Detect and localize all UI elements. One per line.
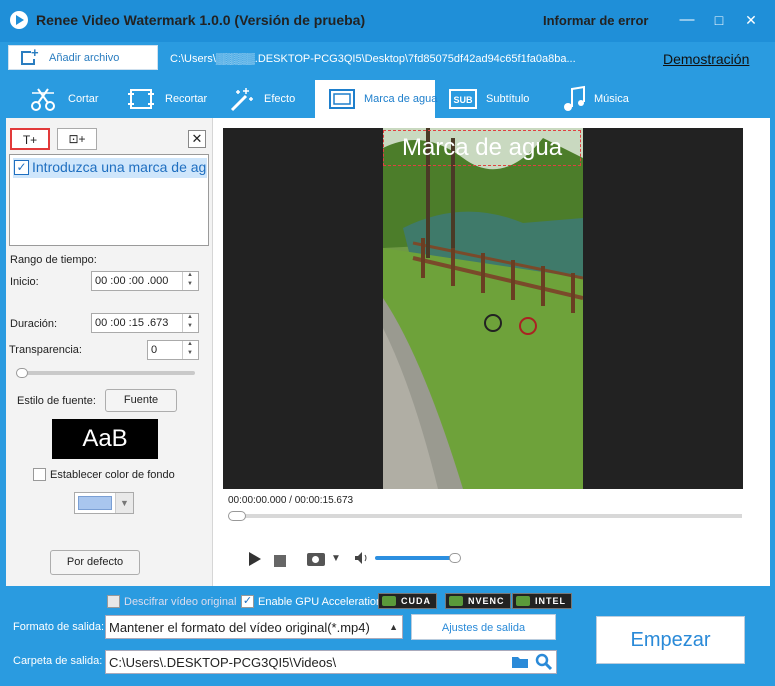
- tab-cortar[interactable]: Cortar: [24, 80, 114, 118]
- video-frame: [383, 128, 583, 489]
- svg-text:SUB: SUB: [453, 95, 473, 105]
- transparency-slider-thumb[interactable]: [16, 368, 28, 378]
- font-preview: AaB: [52, 419, 158, 459]
- minimize-button[interactable]: —: [677, 11, 697, 29]
- watermark-checkbox[interactable]: ✓: [14, 160, 29, 175]
- output-folder-value: C:\Users\.DESKTOP-PCG3QI5\Videos\: [109, 655, 337, 670]
- video-frame-image: [383, 128, 583, 489]
- output-format-value: Mantener el formato del vídeo original(*…: [109, 620, 370, 635]
- font-style-label: Estilo de fuente:: [17, 395, 96, 407]
- start-time-input[interactable]: 00 :00 :00 .000: [91, 271, 199, 291]
- decrypt-label: Descifrar vídeo original: [124, 596, 237, 608]
- output-format-label: Formato de salida:: [13, 621, 105, 633]
- time-range-label: Rango de tiempo:: [10, 254, 97, 266]
- list-item[interactable]: ✓ Introduzca una marca de agua: [13, 158, 207, 178]
- add-text-watermark-button[interactable]: T+: [10, 128, 50, 150]
- intel-badge: INTEL: [512, 593, 572, 609]
- add-file-button[interactable]: Añadir archivo: [8, 45, 158, 70]
- transparency-stepper[interactable]: [182, 341, 198, 359]
- gpu-checkbox[interactable]: ✓: [241, 595, 254, 608]
- transparency-label: Transparencia:: [9, 344, 82, 356]
- start-label: Inicio:: [10, 276, 39, 288]
- bg-color-checkbox[interactable]: [33, 468, 46, 481]
- magic-wand-icon: [230, 88, 253, 112]
- seek-bar[interactable]: [229, 514, 742, 518]
- tab-label: Subtítulo: [486, 93, 530, 105]
- tab-recortar[interactable]: Recortar: [122, 80, 217, 118]
- music-icon: [564, 85, 585, 111]
- start-time-stepper[interactable]: [182, 272, 198, 290]
- volume-slider[interactable]: [375, 556, 455, 560]
- transparency-slider[interactable]: [18, 371, 195, 375]
- transparency-value: 0: [151, 344, 158, 356]
- camera-icon[interactable]: [307, 553, 325, 566]
- time-display: 00:00:00.000 / 00:00:15.673: [228, 495, 354, 506]
- tab-label: Música: [594, 93, 629, 105]
- tab-label: Recortar: [165, 93, 208, 105]
- watermark-overlay[interactable]: Marca de agua: [383, 130, 581, 166]
- close-button[interactable]: ✕: [741, 11, 761, 29]
- start-button[interactable]: Empezar: [596, 616, 745, 664]
- watermark-item-text: Introduzca una marca de agua: [32, 159, 206, 175]
- report-error-link[interactable]: Informar de error: [543, 13, 648, 28]
- font-button[interactable]: Fuente: [105, 389, 177, 412]
- app-title: Renee Video Watermark 1.0.0 (Versión de …: [36, 12, 366, 28]
- volume-slider-thumb[interactable]: [449, 553, 461, 563]
- app-logo-icon: [10, 11, 28, 29]
- tab-label: Cortar: [68, 93, 99, 105]
- stop-icon[interactable]: [274, 555, 286, 567]
- tab-efecto[interactable]: Efecto: [224, 80, 306, 118]
- tab-marca-de-agua[interactable]: Marca de agua: [315, 80, 438, 118]
- subtitle-icon: SUB: [449, 89, 477, 109]
- output-settings-button[interactable]: Ajustes de salida: [411, 614, 556, 640]
- chevron-up-icon: ▲: [389, 622, 398, 632]
- chevron-down-icon: ▼: [115, 493, 133, 513]
- demo-link[interactable]: Demostración: [663, 51, 749, 67]
- duration-value: 00 :00 :15 .673: [95, 317, 169, 329]
- volume-icon[interactable]: [354, 551, 370, 565]
- watermark-icon: [329, 89, 355, 109]
- search-icon[interactable]: [535, 653, 553, 671]
- folder-icon[interactable]: [511, 655, 529, 669]
- duration-stepper[interactable]: [182, 314, 198, 332]
- tab-subtitulo[interactable]: SUB Subtítulo: [446, 80, 546, 118]
- bg-color-label: Establecer color de fondo: [50, 469, 175, 481]
- tab-musica[interactable]: Música: [557, 80, 647, 118]
- file-path: C:\Users\▒▒▒▒▒.DESKTOP-PCG3QI5\Desktop\7…: [170, 53, 576, 65]
- bg-color-picker[interactable]: ▼: [74, 492, 134, 514]
- seek-bar-thumb[interactable]: [228, 511, 246, 521]
- default-button[interactable]: Por defecto: [50, 550, 140, 575]
- output-folder-input[interactable]: C:\Users\.DESKTOP-PCG3QI5\Videos\: [105, 650, 557, 674]
- color-swatch: [78, 496, 112, 510]
- transparency-input[interactable]: 0: [147, 340, 199, 360]
- play-icon[interactable]: [249, 552, 261, 566]
- duration-label: Duración:: [10, 318, 58, 330]
- film-crop-icon: [128, 89, 154, 109]
- add-file-icon: [21, 47, 39, 65]
- camera-dropdown-icon[interactable]: ▼: [331, 553, 341, 564]
- delete-watermark-button[interactable]: ✕: [188, 130, 206, 148]
- output-format-select[interactable]: Mantener el formato del vídeo original(*…: [105, 615, 403, 639]
- nvenc-badge: NVENC: [445, 593, 511, 609]
- start-time-value: 00 :00 :00 .000: [95, 275, 169, 287]
- scissors-icon: [31, 88, 55, 111]
- output-folder-label: Carpeta de salida:: [13, 655, 103, 667]
- tab-label: Efecto: [264, 93, 296, 105]
- duration-input[interactable]: 00 :00 :15 .673: [91, 313, 199, 333]
- maximize-button[interactable]: □: [709, 11, 729, 29]
- cuda-badge: CUDA: [378, 593, 437, 609]
- gpu-label: Enable GPU Acceleration: [258, 596, 383, 608]
- add-image-watermark-button[interactable]: ⊡+: [57, 128, 97, 150]
- watermark-list: ✓ Introduzca una marca de agua: [9, 154, 209, 246]
- tab-label: Marca de agua: [364, 93, 438, 105]
- add-file-label: Añadir archivo: [49, 52, 120, 64]
- decrypt-checkbox[interactable]: [107, 595, 120, 608]
